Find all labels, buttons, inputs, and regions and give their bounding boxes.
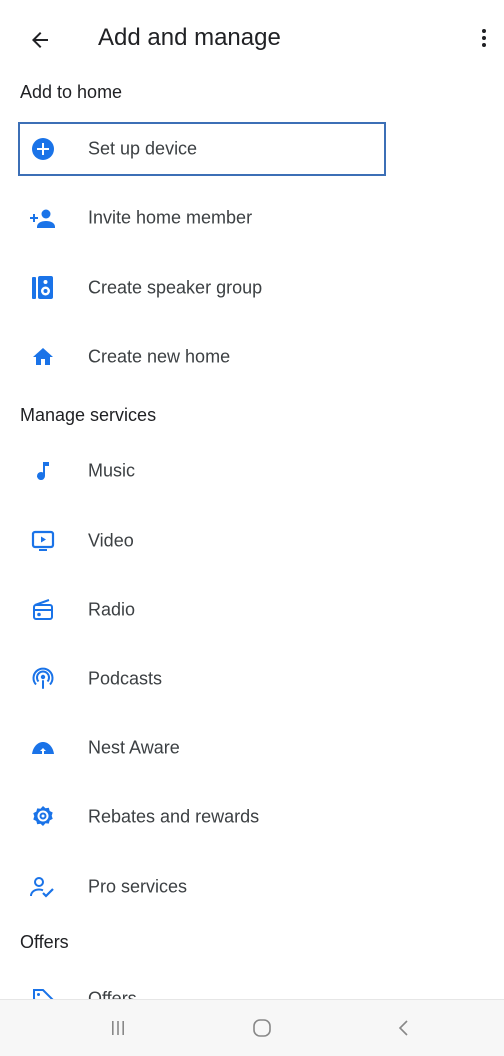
invite-home-member-label: Invite home member (88, 207, 253, 228)
speaker-icon (30, 275, 56, 301)
rewards-icon (30, 804, 56, 830)
music-note-icon (30, 458, 56, 484)
recent-apps-button[interactable] (94, 1008, 142, 1048)
home-icon (30, 344, 56, 370)
radio-label: Radio (88, 599, 136, 620)
rebates-and-rewards-label: Rebates and rewards (88, 806, 260, 827)
invite-home-member-item[interactable]: Invite home member (20, 191, 386, 245)
chevron-left-icon (398, 1020, 408, 1036)
video-label: Video (88, 530, 134, 551)
system-navigation-bar (0, 999, 504, 1056)
pro-services-label: Pro services (88, 876, 188, 897)
pro-services-item[interactable]: Pro services (20, 860, 386, 914)
create-new-home-label: Create new home (88, 346, 231, 367)
page-title: Add and manage (98, 24, 281, 51)
content-list: Add to home Set up device Invite home me… (0, 76, 504, 999)
back-button[interactable] (20, 20, 60, 60)
podcasts-icon (30, 666, 56, 692)
set-up-device-item[interactable]: Set up device (18, 122, 386, 176)
radio-icon (30, 597, 56, 623)
music-item[interactable]: Music (20, 444, 386, 498)
offers-item[interactable]: Offers (20, 972, 386, 999)
video-icon (30, 528, 56, 554)
section-header-add-to-home: Add to home (20, 82, 123, 102)
set-up-device-label: Set up device (88, 138, 198, 159)
more-vert-icon (482, 29, 486, 47)
nest-aware-label: Nest Aware (88, 737, 180, 758)
person-add-icon (30, 205, 56, 231)
radio-item[interactable]: Radio (20, 583, 386, 637)
video-item[interactable]: Video (20, 514, 386, 568)
nest-aware-item[interactable]: Nest Aware (20, 721, 386, 775)
add-circle-icon (30, 136, 56, 162)
offers-icon (30, 986, 56, 999)
offers-label: Offers (88, 988, 137, 1000)
podcasts-label: Podcasts (88, 668, 163, 689)
create-speaker-group-item[interactable]: Create speaker group (20, 261, 386, 315)
section-header-offers: Offers (20, 932, 69, 952)
home-nav-button[interactable] (238, 1008, 286, 1048)
arrow-back-icon (32, 32, 48, 48)
create-new-home-item[interactable]: Create new home (20, 330, 386, 384)
app-bar: Add and manage (0, 0, 504, 76)
create-speaker-group-label: Create speaker group (88, 277, 263, 298)
section-header-manage-services: Manage services (20, 405, 157, 425)
nest-aware-icon (30, 735, 56, 761)
podcasts-item[interactable]: Podcasts (20, 652, 386, 706)
rebates-and-rewards-item[interactable]: Rebates and rewards (20, 790, 386, 844)
home-circle-icon (253, 1019, 271, 1037)
music-label: Music (88, 460, 136, 481)
back-nav-button[interactable] (380, 1008, 428, 1048)
pro-services-icon (30, 874, 56, 900)
recent-apps-icon (112, 1021, 124, 1035)
more-options-button[interactable] (466, 18, 502, 58)
